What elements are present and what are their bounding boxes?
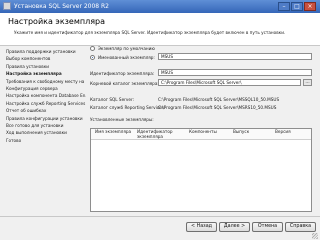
rs-dir-label: Каталог служб Reporting Services: [90,105,166,110]
sql-dir-label: Каталог SQL Server: [90,97,135,102]
rs-dir-value: C:\Program Files\Microsoft SQL Server\MS… [158,105,277,110]
next-button[interactable]: Далее > [219,222,250,232]
minimize-button[interactable]: – [278,2,290,11]
browse-button[interactable]: ... [303,79,312,86]
column-header[interactable]: Имя экземпляра [95,129,135,135]
column-header[interactable]: Версия [275,129,305,135]
step-item[interactable]: Настройка служб Reporting Services [6,100,86,107]
step-item[interactable]: Правила установки [6,63,86,70]
step-item[interactable]: Ход выполнения установки [6,129,86,136]
named-instance-input[interactable]: MSUS [158,53,312,60]
step-item[interactable]: Выбор компонентов [6,55,86,62]
setup-app-icon [3,2,11,10]
installed-instances-table[interactable]: Имя экземпляра Идентификатор экземпляра … [90,128,312,212]
step-item[interactable]: Требования к свободному месту на ... [6,78,86,85]
close-button[interactable]: × [304,2,316,11]
step-item[interactable]: Правила конфигурации установки [6,115,86,122]
step-item[interactable]: Конфигурация сервера [6,85,86,92]
instance-root-input[interactable]: C:\Program Files\Microsoft SQL Server\ [158,79,301,86]
page-header: Настройка экземпляра Укажите имя и идент… [0,13,320,46]
step-item[interactable]: Настройка компонента Database En... [6,92,86,99]
step-item-current[interactable]: Настройка экземпляра [6,70,86,77]
footer-bar: < Назад Далее > Отмена Справка [0,216,320,240]
cancel-button[interactable]: Отмена [252,222,283,232]
maximize-button[interactable]: □ [291,2,303,11]
instance-id-input[interactable]: MSUS [158,69,312,76]
step-item[interactable]: Правила поддержки установки [6,48,86,55]
step-item[interactable]: Готово [6,137,86,144]
table-header: Имя экземпляра Идентификатор экземпляра … [91,129,311,140]
default-instance-label: Экземпляр по умолчанию [98,46,155,51]
title-bar: Установка SQL Server 2008 R2 – □ × [0,0,320,13]
column-header[interactable]: Компоненты [189,129,225,135]
sql-dir-value: C:\Program Files\Microsoft SQL Server\MS… [158,97,280,102]
instance-config-panel: Экземпляр по умолчанию Именованный экзем… [90,46,318,214]
page-title: Настройка экземпляра [8,17,105,26]
help-button[interactable]: Справка [285,222,316,232]
resize-grip-icon[interactable] [312,233,318,239]
step-item[interactable]: Отчет об ошибках [6,107,86,114]
steps-nav: Правила поддержки установки Выбор компон… [6,48,86,144]
installed-instances-label: Установленные экземпляры: [90,117,154,122]
window-title: Установка SQL Server 2008 R2 [14,3,109,10]
instance-id-label: Идентификатор экземпляра: [90,71,155,76]
default-instance-radio[interactable] [90,46,95,51]
named-instance-radio[interactable] [90,55,95,60]
page-subtitle: Укажите имя и идентификатор для экземпля… [14,30,286,35]
column-header[interactable]: Идентификатор экземпляра [137,129,187,139]
step-item[interactable]: Все готово для установки [6,122,86,129]
column-header[interactable]: Выпуск [233,129,263,135]
instance-root-label: Корневой каталог экземпляра: [90,81,159,86]
back-button[interactable]: < Назад [186,222,217,232]
named-instance-label: Именованный экземпляр: [98,55,155,60]
installer-window: Установка SQL Server 2008 R2 – □ × Настр… [0,0,320,240]
